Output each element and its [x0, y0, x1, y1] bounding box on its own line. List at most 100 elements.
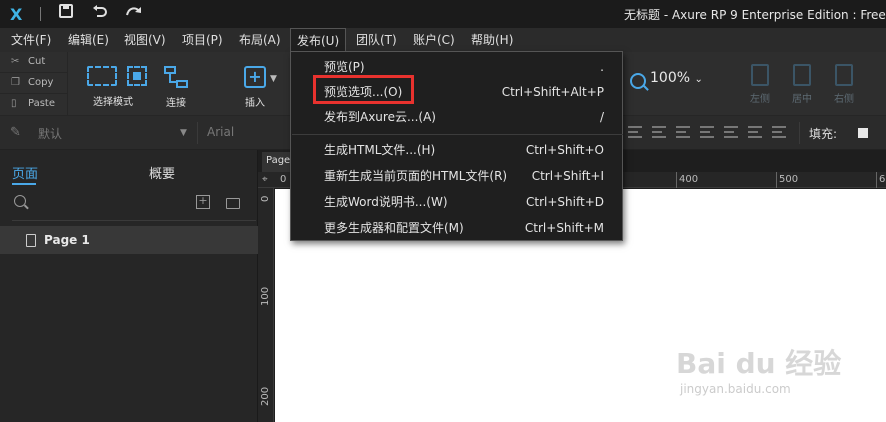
- menu-item-shortcut: .: [600, 60, 604, 74]
- fill-color-swatch[interactable]: [858, 128, 868, 138]
- undo-icon[interactable]: [90, 4, 110, 24]
- zoom-level[interactable]: 100% ⌄: [650, 70, 703, 86]
- text-justify-icon[interactable]: [700, 126, 714, 138]
- menu-item-label: 生成HTML文件...(H): [324, 143, 436, 157]
- insert-button[interactable]: + 插入: [240, 66, 270, 109]
- menu-item-shortcut: Ctrl+Shift+Alt+P: [501, 85, 604, 99]
- add-page-icon[interactable]: +: [196, 195, 210, 209]
- menu-team[interactable]: 团队(T): [350, 28, 403, 52]
- tab-outline[interactable]: 概要: [149, 163, 175, 182]
- copy-label: Copy: [28, 77, 54, 88]
- pages-panel: 页面 概要 + Page 1: [0, 150, 258, 422]
- axure-logo: X: [10, 5, 23, 24]
- menu-separator: [292, 134, 623, 135]
- connect-label: 连接: [166, 98, 186, 109]
- ruler-top-label: 0: [280, 174, 287, 185]
- cut-button[interactable]: ✂ Cut: [0, 52, 68, 73]
- align-center-icon: [793, 64, 811, 86]
- menu-edit[interactable]: 编辑(E): [62, 28, 115, 52]
- menu-item-shortcut: Ctrl+Shift+D: [526, 195, 604, 209]
- ruler-left-label: 200: [260, 386, 271, 406]
- menu-account[interactable]: 账户(C): [407, 28, 461, 52]
- align-right-button[interactable]: 右侧: [829, 64, 859, 105]
- menu-item-regenerate-html[interactable]: 重新生成当前页面的HTML文件(R) Ctrl+Shift+I: [291, 163, 622, 189]
- paste-icon: ▯: [11, 98, 17, 109]
- copy-icon: ❐: [11, 77, 20, 88]
- insert-label: 插入: [245, 98, 265, 109]
- menu-help[interactable]: 帮助(H): [465, 28, 519, 52]
- ruler-left-label: 100: [260, 286, 271, 306]
- fill-separator: [799, 122, 800, 144]
- ruler-tick: [676, 172, 677, 188]
- menu-layout[interactable]: 布局(A): [233, 28, 287, 52]
- paste-label: Paste: [28, 98, 55, 109]
- menu-file[interactable]: 文件(F): [5, 28, 57, 52]
- watermark-url: jingyan.baidu.com: [680, 382, 791, 396]
- plus-icon: +: [244, 66, 266, 88]
- align-left-icon: [751, 64, 769, 86]
- page-tab[interactable]: Page 1: [262, 152, 292, 172]
- connect-button[interactable]: 连接: [160, 66, 192, 109]
- ruler-tick: [776, 172, 777, 188]
- select-mode-button[interactable]: 选择模式: [82, 66, 152, 108]
- title-bar: X 无标题 - Axure RP 9 Enterprise Edition : …: [0, 0, 886, 28]
- select-intersect-icon: [87, 66, 117, 86]
- font-select[interactable]: Arial: [207, 125, 234, 139]
- select-contain-icon: [127, 66, 147, 86]
- menu-item-label: 重新生成当前页面的HTML文件(R): [324, 169, 508, 183]
- align-left-button[interactable]: 左侧: [745, 64, 775, 105]
- page-list-item[interactable]: Page 1: [0, 226, 258, 254]
- style-separator: [197, 122, 198, 144]
- brush-icon: ✎: [10, 125, 21, 140]
- title-separator: [40, 7, 41, 21]
- align-center-button[interactable]: 居中: [787, 64, 817, 105]
- insert-caret-icon[interactable]: ▼: [270, 74, 277, 84]
- text-valign-bottom-icon[interactable]: [772, 126, 786, 138]
- menu-item-generate-html[interactable]: 生成HTML文件...(H) Ctrl+Shift+O: [291, 137, 622, 163]
- text-align-center-icon[interactable]: [652, 126, 666, 138]
- zoom-search-icon[interactable]: [630, 73, 646, 89]
- ruler-left-label: 0: [260, 195, 271, 202]
- menu-item-shortcut: Ctrl+Shift+O: [525, 143, 604, 157]
- text-align-left-icon[interactable]: [628, 126, 642, 138]
- save-icon[interactable]: [56, 4, 76, 24]
- align-left-label: 左侧: [750, 94, 770, 105]
- baidu-watermark: Bai du 经验 jingyan.baidu.com: [676, 342, 876, 402]
- align-right-label: 右侧: [834, 94, 854, 105]
- zoom-caret-icon: ⌄: [694, 74, 703, 85]
- style-select[interactable]: 默认: [38, 125, 62, 142]
- ruler-top-label: 60: [879, 174, 886, 185]
- annotation-highlight-box: [313, 75, 414, 104]
- window-title: 无标题 - Axure RP 9 Enterprise Edition : Fr…: [624, 8, 886, 22]
- paste-button[interactable]: ▯ Paste: [0, 94, 68, 115]
- menu-item-more-generators[interactable]: 更多生成器和配置文件(M) Ctrl+Shift+M: [291, 215, 622, 241]
- menu-item-generate-word[interactable]: 生成Word说明书...(W) Ctrl+Shift+D: [291, 189, 622, 215]
- fill-label: 填充:: [809, 127, 838, 141]
- style-caret-icon[interactable]: ▼: [180, 128, 187, 138]
- search-underline: [12, 220, 256, 221]
- redo-icon[interactable]: [124, 4, 144, 24]
- clipboard-group: ✂ Cut ❐ Copy ▯ Paste: [0, 52, 68, 115]
- zoom-value: 100%: [650, 70, 691, 86]
- menu-publish[interactable]: 发布(U): [290, 28, 347, 52]
- tab-pages[interactable]: 页面: [12, 163, 38, 182]
- menu-item-label: 更多生成器和配置文件(M): [324, 221, 464, 235]
- menu-view[interactable]: 视图(V): [118, 28, 172, 52]
- menu-item-shortcut: Ctrl+Shift+M: [524, 221, 604, 235]
- connect-icon: [164, 66, 188, 88]
- ruler-tick: [876, 172, 877, 188]
- text-valign-middle-icon[interactable]: [748, 126, 762, 138]
- cut-icon: ✂: [11, 56, 20, 67]
- ruler-top-label: 500: [779, 174, 799, 185]
- active-tab-indicator: [12, 183, 36, 185]
- text-valign-top-icon[interactable]: [724, 126, 738, 138]
- search-icon[interactable]: [14, 195, 26, 207]
- menu-item-label: 发布到Axure云...(A): [324, 110, 436, 124]
- menu-project[interactable]: 项目(P): [176, 28, 229, 52]
- add-folder-icon[interactable]: [226, 198, 240, 209]
- menu-item-shortcut: /: [599, 110, 604, 124]
- watermark-text: Bai du 经验: [676, 347, 842, 380]
- copy-button[interactable]: ❐ Copy: [0, 73, 68, 94]
- text-align-right-icon[interactable]: [676, 126, 690, 138]
- menu-item-publish-axure-cloud[interactable]: 发布到Axure云...(A) /: [291, 104, 622, 130]
